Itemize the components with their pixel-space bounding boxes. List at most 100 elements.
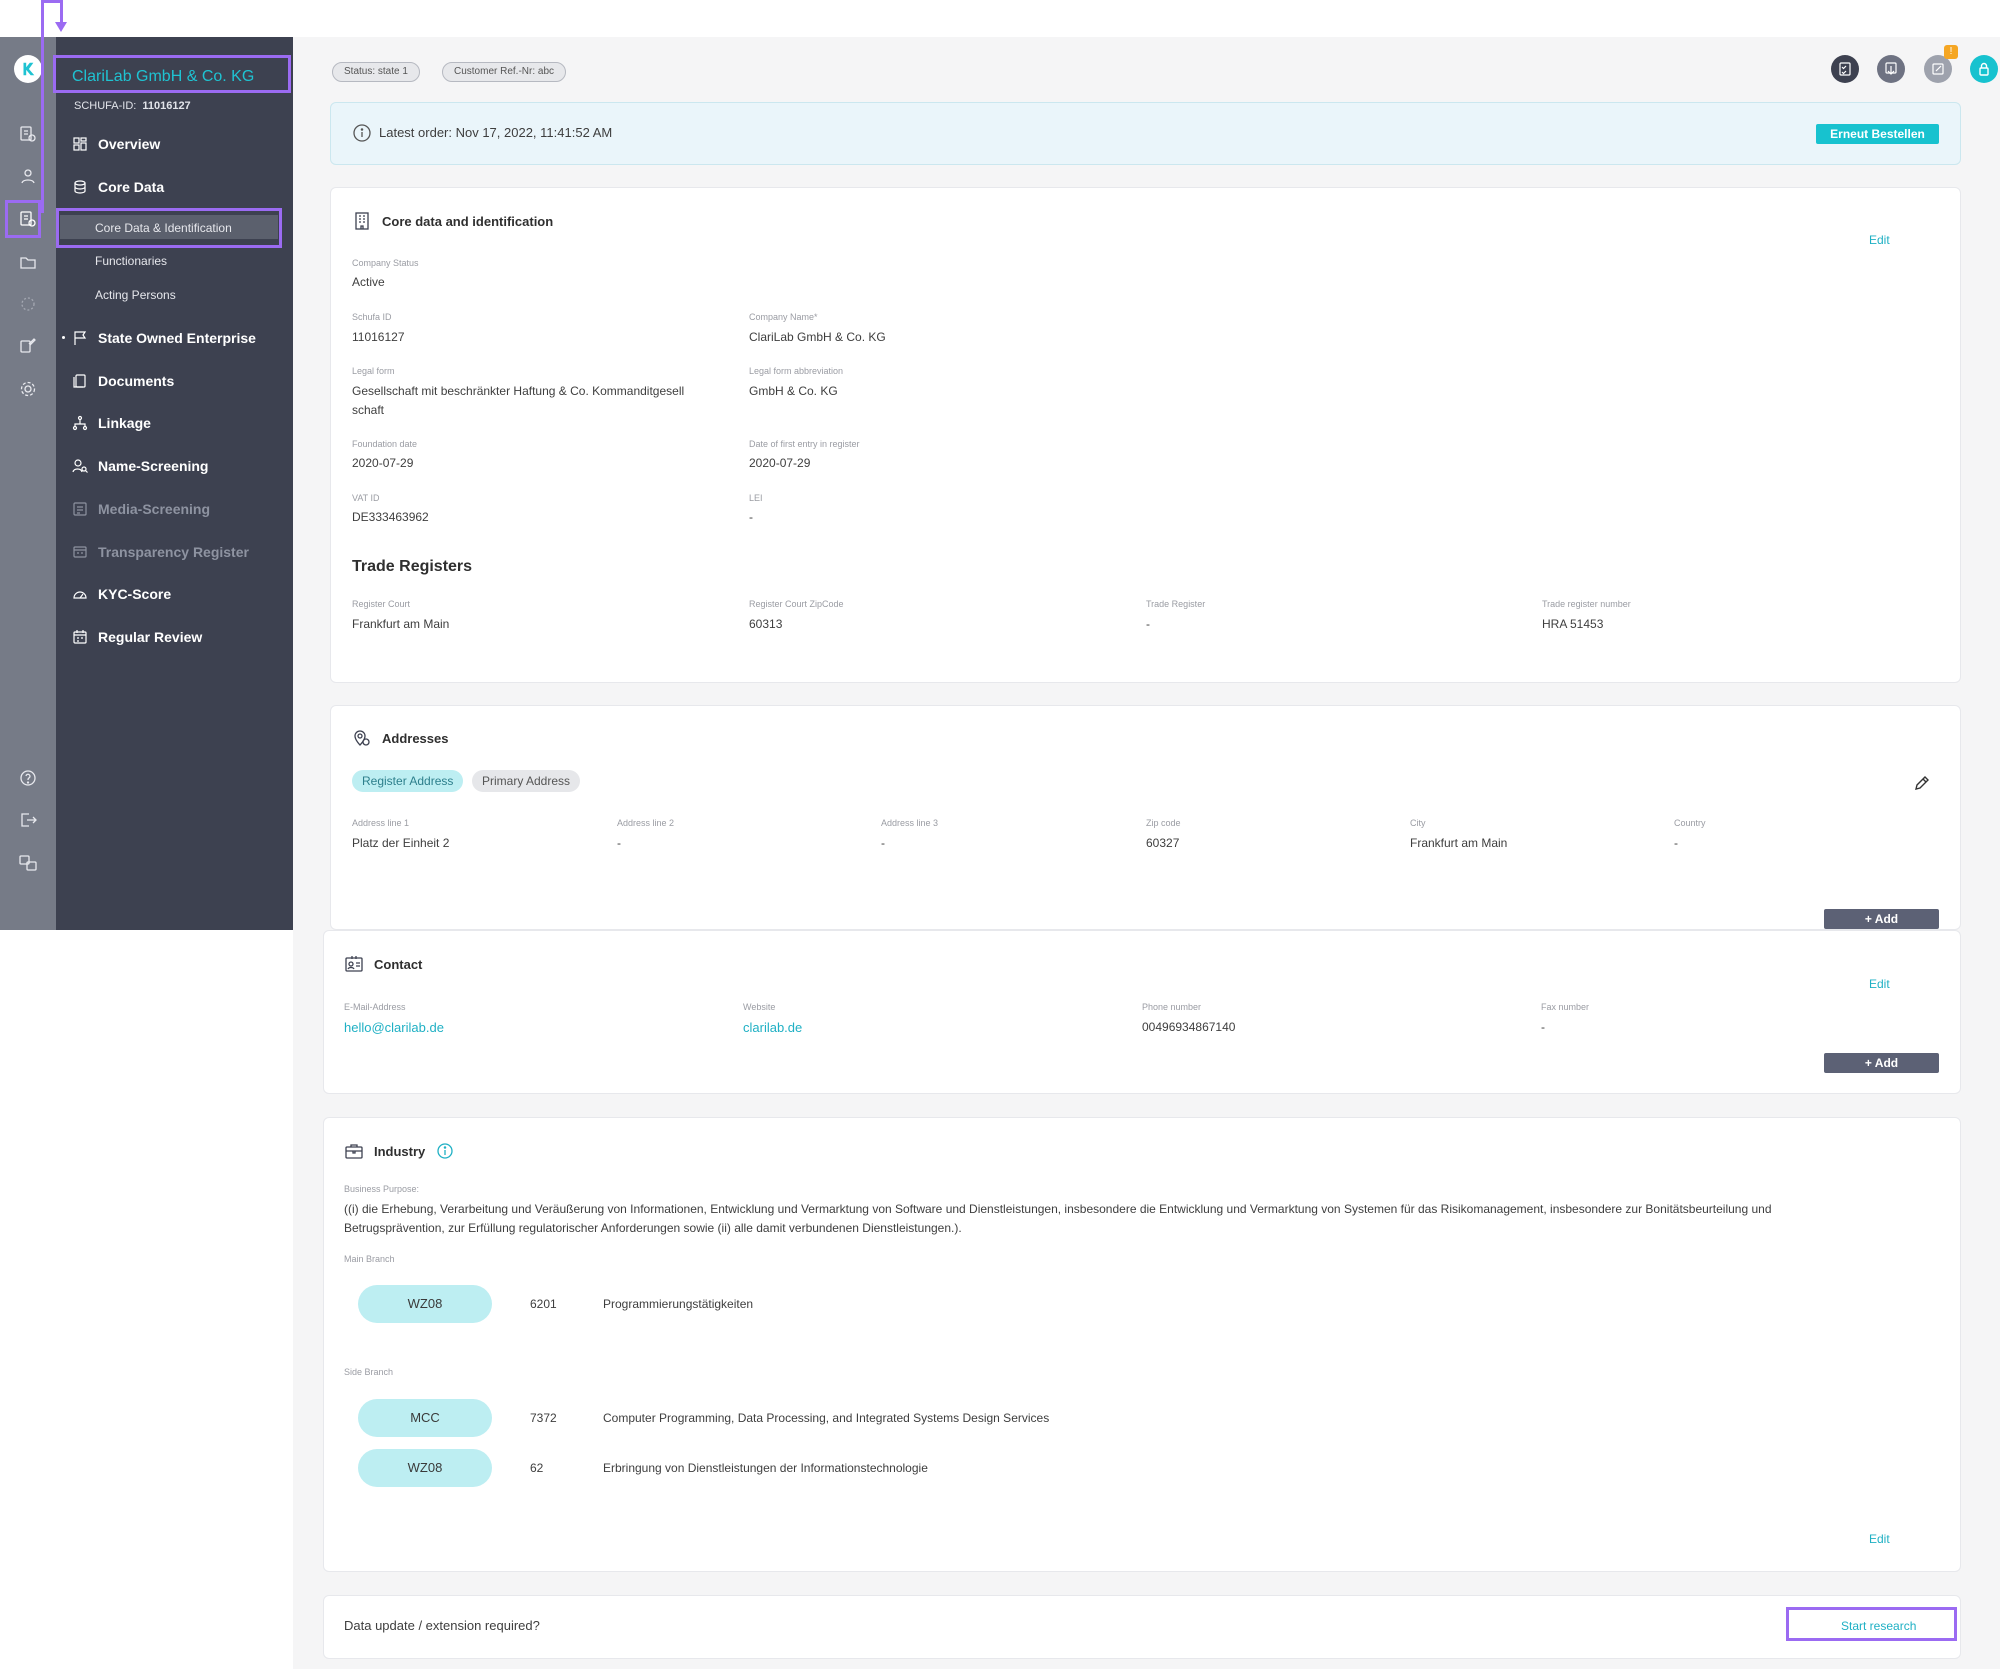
addresses-title: Addresses	[352, 728, 448, 748]
business-purpose-line1: ((i) die Erhebung, Verarbeitung und Verä…	[344, 1202, 1772, 1216]
website-label: Website	[743, 1002, 776, 1012]
sidebar-item-state-owned-enterprise[interactable]: State Owned Enterprise	[72, 326, 256, 350]
email-link[interactable]: hello@clarilab.de	[344, 1020, 444, 1035]
address-line2-label: Address line 2	[617, 818, 675, 828]
data-update-text: Data update / extension required?	[344, 1618, 540, 1633]
branch-scheme-pill: MCC	[358, 1399, 492, 1437]
sidebar-item-name-screening[interactable]: Name-Screening	[72, 454, 208, 478]
sidebar-item-media-screening[interactable]: Media-Screening	[72, 497, 210, 521]
core-edit-link[interactable]: Edit	[1869, 233, 1890, 247]
building-icon	[355, 212, 369, 230]
annotation-line	[41, 0, 44, 213]
highlight-rail-icon	[5, 200, 41, 238]
country-value: -	[1674, 836, 1678, 850]
branch-code: 62	[530, 1461, 544, 1475]
annotation-arrow	[55, 22, 67, 32]
bullet-dot	[62, 336, 65, 339]
logout-icon[interactable]	[18, 810, 38, 830]
foundation-date-value: 2020-07-29	[352, 456, 414, 470]
contact-edit-link[interactable]: Edit	[1869, 977, 1890, 991]
industry-card	[323, 1117, 1961, 1572]
add-contact-button[interactable]: + Add	[1824, 1053, 1939, 1073]
register-court-zip-label: Register Court ZipCode	[749, 599, 844, 609]
phone-value: 00496934867140	[1142, 1020, 1236, 1034]
customer-ref-badge: Customer Ref.-Nr: abc	[442, 62, 567, 82]
folder-icon[interactable]	[18, 252, 38, 272]
address-line1-value: Platz der Einheit 2	[352, 836, 450, 850]
address-line2-value: -	[617, 836, 621, 850]
document-edit-icon[interactable]	[18, 336, 38, 356]
sidebar-item-documents[interactable]: Documents	[72, 369, 174, 393]
city-value: Frankfurt am Main	[1410, 836, 1508, 850]
address-line1-label: Address line 1	[352, 818, 410, 828]
highlight-active-subitem	[56, 208, 282, 248]
foundation-date-label: Foundation date	[352, 439, 418, 449]
notification-badge: !	[1944, 45, 1958, 59]
register-court-label: Register Court	[352, 599, 411, 609]
first-entry-label: Date of first entry in register	[749, 439, 860, 449]
language-icon[interactable]	[18, 853, 38, 873]
contact-card-icon	[345, 956, 363, 972]
phone-label: Phone number	[1142, 1002, 1202, 1012]
sidebar-subitem-acting-persons[interactable]: Acting Persons	[95, 288, 176, 302]
download-icon[interactable]	[1877, 55, 1905, 83]
register-court-value: Frankfurt am Main	[352, 617, 450, 631]
legal-form-label: Legal form	[352, 366, 395, 376]
branch-scheme-pill: WZ08	[358, 1285, 492, 1323]
industry-title: Industry	[344, 1141, 455, 1161]
first-entry-value: 2020-07-29	[749, 456, 811, 470]
vat-id-label: VAT ID	[352, 493, 380, 503]
app-logo[interactable]	[14, 55, 42, 83]
legal-form-value-line2: schaft	[352, 403, 385, 417]
sidebar-item-transparency-register[interactable]: Transparency Register	[72, 540, 249, 564]
fax-value: -	[1541, 1020, 1545, 1034]
help-icon[interactable]	[18, 768, 38, 788]
briefcase-icon	[345, 1144, 363, 1159]
research-card	[323, 1595, 1961, 1659]
add-address-button[interactable]: + Add	[1824, 909, 1939, 929]
sidebar-item-kyc-score[interactable]: KYC-Score	[72, 582, 171, 606]
main-branch-label: Main Branch	[344, 1254, 395, 1264]
side-branch-label: Side Branch	[344, 1367, 394, 1377]
branch-scheme-pill: WZ08	[358, 1449, 492, 1487]
trade-register-label: Trade Register	[1146, 599, 1206, 609]
trade-register-number-label: Trade register number	[1542, 599, 1631, 609]
legal-form-value-line1: Gesellschaft mit beschränkter Haftung & …	[352, 384, 685, 398]
lock-icon[interactable]	[1970, 55, 1998, 83]
contact-card	[323, 930, 1961, 1094]
highlight-company-title	[53, 55, 291, 93]
reorder-button[interactable]: Erneut Bestellen	[1816, 124, 1939, 144]
tab-register-address[interactable]: Register Address	[352, 770, 464, 792]
tab-primary-address[interactable]: Primary Address	[472, 770, 581, 792]
branch-description: Erbringung von Dienstleistungen der Info…	[603, 1461, 928, 1475]
legal-abbr-value: GmbH & Co. KG	[749, 384, 838, 398]
sidebar-subitem-functionaries[interactable]: Functionaries	[95, 254, 167, 268]
company-status-value: Active	[352, 275, 385, 289]
business-purpose-line2: Betrugsprävention, zur Erfüllung regulat…	[344, 1221, 962, 1235]
highlight-start-research	[1786, 1607, 1957, 1641]
sidebar-item-regular-review[interactable]: Regular Review	[72, 625, 202, 649]
website-link[interactable]: clarilab.de	[743, 1020, 802, 1035]
user-icon[interactable]	[18, 166, 38, 186]
latest-order-text: Latest order: Nov 17, 2022, 11:41:52 AM	[379, 125, 613, 140]
checklist-icon[interactable]	[1831, 55, 1859, 83]
dashboard-icon[interactable]	[18, 124, 38, 144]
sidebar	[56, 37, 293, 930]
sidebar-item-core-data[interactable]: Core Data	[72, 175, 164, 199]
company-name-label: Company Name*	[749, 312, 818, 322]
company-status-label: Company Status	[352, 258, 419, 268]
legal-abbr-label: Legal form abbreviation	[749, 366, 844, 376]
branch-code: 6201	[530, 1297, 557, 1311]
schufa-id-value: 11016127	[352, 330, 405, 344]
branch-description: Programmierungstätigkeiten	[603, 1297, 754, 1311]
notes-icon[interactable]	[1924, 55, 1952, 83]
business-purpose-label: Business Purpose:	[344, 1184, 420, 1194]
pencil-icon[interactable]	[1913, 774, 1931, 792]
settings-icon[interactable]	[18, 379, 38, 399]
lei-label: LEI	[749, 493, 763, 503]
industry-edit-link[interactable]: Edit	[1869, 1532, 1890, 1546]
sidebar-item-linkage[interactable]: Linkage	[72, 411, 151, 435]
sidebar-item-overview[interactable]: Overview	[72, 132, 160, 156]
trade-register-value: -	[1146, 617, 1150, 631]
status-badge: Status: state 1	[332, 62, 420, 82]
